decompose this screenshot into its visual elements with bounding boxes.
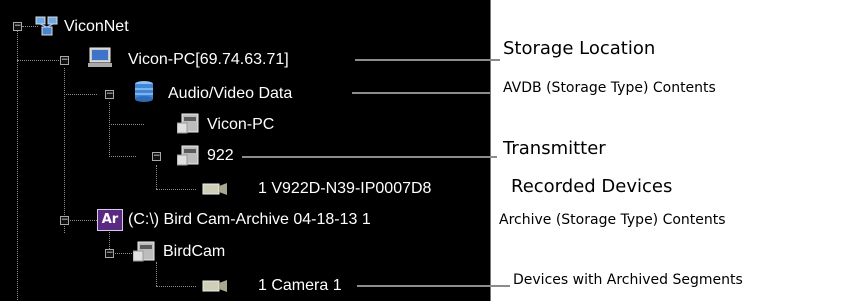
server-icon — [133, 241, 155, 262]
tree-node-camera-1[interactable]: 1 Camera 1 — [258, 276, 342, 296]
tree-node-birdcam[interactable]: BirdCam — [163, 242, 225, 262]
tree-guide-line — [109, 156, 136, 157]
tree-guide-line — [156, 165, 157, 189]
tree-guide-line — [64, 94, 97, 95]
collapse-toggle[interactable]: − — [60, 56, 69, 65]
tree-guide-line — [156, 262, 157, 286]
camera-icon — [202, 183, 227, 195]
archive-icon: Ar — [97, 209, 123, 231]
collapse-toggle[interactable]: − — [152, 152, 161, 161]
annotation-leader-line — [242, 156, 497, 158]
tree-node-vicon-pc-host[interactable]: Vicon-PC[69.74.63.71] — [128, 50, 289, 70]
tree-guide-line — [17, 30, 18, 301]
tree-guide-line — [64, 68, 65, 233]
annotation-leader-line — [357, 285, 510, 287]
tree-node-audio-video-data[interactable]: Audio/Video Data — [168, 84, 292, 104]
annotation-recorded-devices: Recorded Devices — [511, 176, 673, 197]
collapse-toggle[interactable]: − — [105, 90, 114, 99]
annotation-storage-location: Storage Location — [503, 38, 656, 59]
annotation-transmitter: Transmitter — [503, 138, 606, 159]
tree-guide-line — [156, 189, 196, 190]
collapse-toggle[interactable]: − — [105, 249, 114, 258]
camera-icon — [202, 280, 227, 292]
collapse-toggle[interactable]: − — [60, 216, 69, 225]
annotation-archive-contents: Archive (Storage Type) Contents — [499, 212, 726, 228]
database-icon — [135, 81, 153, 102]
tree-node-vicon-pc[interactable]: Vicon-PC — [207, 115, 274, 135]
server-icon — [177, 113, 199, 134]
collapse-toggle[interactable]: − — [13, 22, 22, 31]
annotation-archived-devices: Devices with Archived Segments — [513, 272, 743, 288]
tree-node-recorded-device[interactable]: 1 V922D-N39-IP0007D8 — [258, 179, 431, 199]
annotation-avdb-contents: AVDB (Storage Type) Contents — [503, 80, 716, 96]
annotation-leader-line — [355, 59, 500, 61]
tree-guide-line — [156, 286, 196, 287]
tree-node-archive[interactable]: (C:\) Bird Cam-Archive 04-18-13 1 — [128, 210, 371, 230]
tree-guide-line — [109, 124, 144, 125]
server-icon — [177, 145, 199, 166]
tree-guide-line — [109, 102, 110, 157]
annotation-leader-line — [352, 92, 490, 94]
tree-guide-line — [17, 60, 59, 61]
network-icon — [35, 16, 58, 36]
computer-icon — [88, 47, 112, 67]
tree-node-viconnet[interactable]: ViconNet — [64, 17, 129, 37]
device-tree-panel: − ViconNet − Vicon-PC[69.74.63.71] − Aud… — [0, 0, 491, 301]
tree-node-922[interactable]: 922 — [207, 146, 234, 166]
